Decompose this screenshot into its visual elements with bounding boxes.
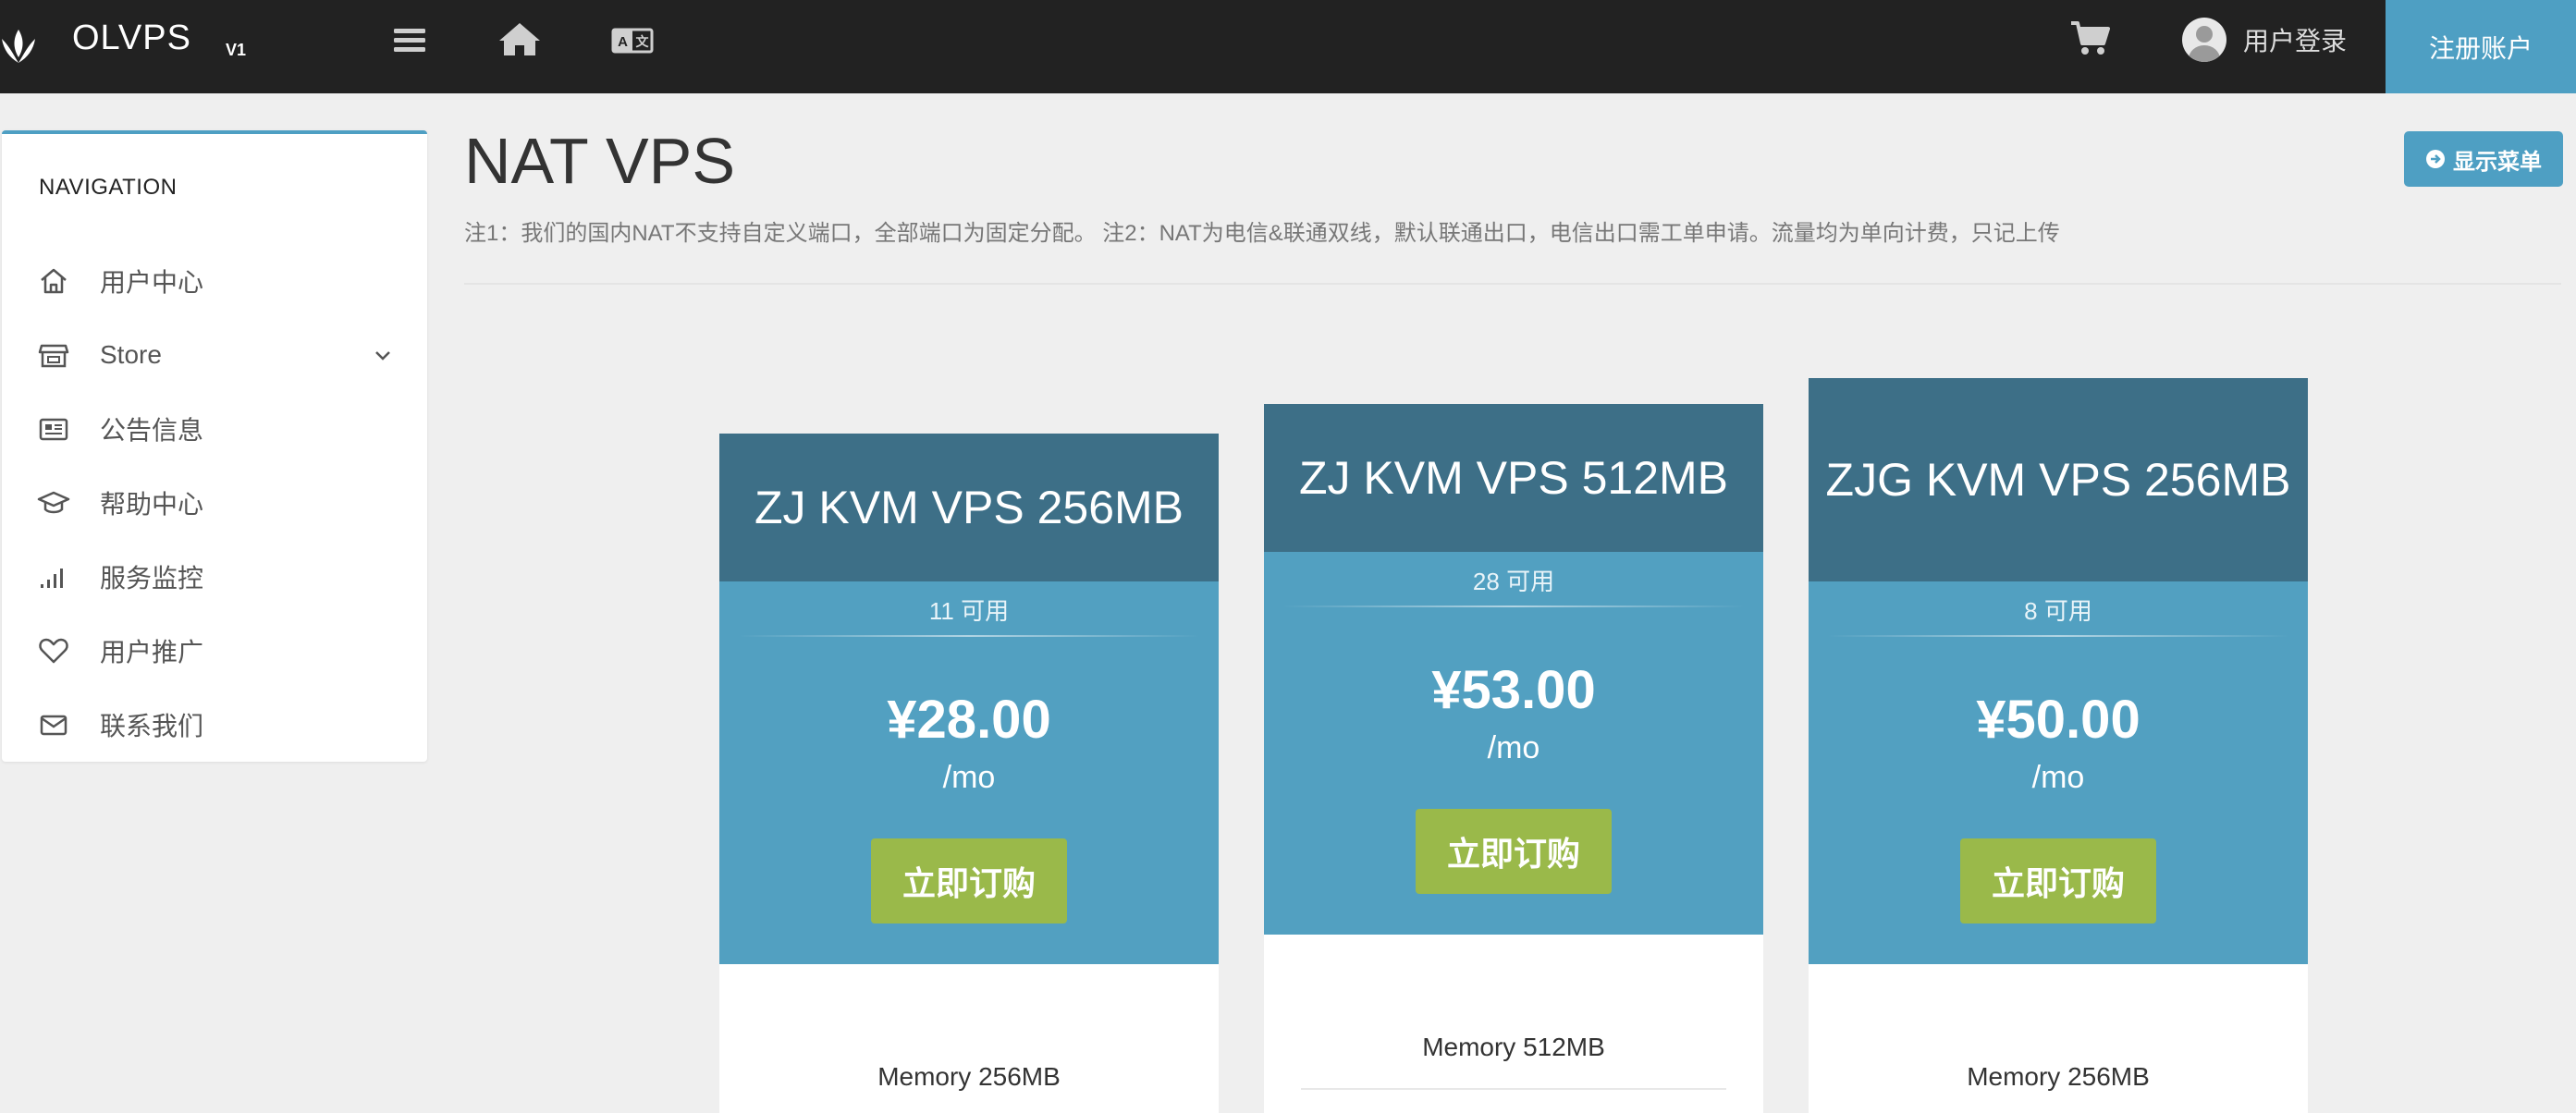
language-icon[interactable]: A 文 — [610, 20, 655, 61]
register-button[interactable]: 注册账户 — [2386, 0, 2576, 93]
divider — [738, 635, 1200, 637]
sidebar-item-affiliates[interactable]: 用户推广 — [2, 614, 427, 688]
sidebar-title: NAVIGATION — [39, 175, 178, 200]
sidebar-item-label: 帮助中心 — [100, 490, 204, 519]
logo-icon[interactable] — [0, 22, 37, 72]
order-now-button[interactable]: 立即订购 — [1416, 809, 1612, 894]
product-card: ZJ KVM VPS 256MB 11 可用 ¥28.00 /mo 立即订购 M… — [719, 434, 1219, 1113]
feature-memory: Memory 256MB — [1967, 1062, 2150, 1091]
svg-text:文: 文 — [636, 34, 650, 50]
billing-period: /mo — [2031, 760, 2085, 795]
product-price: ¥50.00 — [1976, 690, 2141, 750]
sidebar-item-user-center[interactable]: 用户中心 — [2, 244, 427, 318]
sidebar-item-label: 公告信息 — [100, 416, 204, 445]
sidebar-item-help-center[interactable]: 帮助中心 — [2, 466, 427, 540]
sidebar-item-store[interactable]: Store — [2, 318, 427, 392]
product-pricing: 11 可用 ¥28.00 /mo 立即订购 — [719, 581, 1219, 964]
signal-bars-icon — [41, 569, 63, 588]
availability-count: 11 可用 — [928, 597, 1010, 625]
avatar — [2182, 18, 2226, 62]
product-title: ZJ KVM VPS 512MB — [1264, 404, 1763, 552]
feature-memory: Memory 512MB — [1422, 1033, 1605, 1061]
order-now-button[interactable]: 立即订购 — [1960, 838, 2156, 923]
billing-period: /mo — [1487, 730, 1540, 765]
sidebar: NAVIGATION 用户中心 Store 公告信息 帮助中心 服务监控 用户推… — [2, 130, 427, 762]
product-price: ¥53.00 — [1431, 660, 1596, 720]
product-pricing: 28 可用 ¥53.00 /mo 立即订购 — [1264, 552, 1763, 935]
page-title: NAT VPS — [464, 125, 736, 197]
newspaper-icon — [39, 418, 68, 441]
shopping-cart-icon[interactable] — [2069, 18, 2112, 57]
menu-hamburger-icon[interactable] — [388, 20, 433, 61]
product-card: ZJ KVM VPS 512MB 28 可用 ¥53.00 /mo 立即订购 M… — [1264, 404, 1763, 1113]
graduation-cap-icon — [37, 491, 70, 514]
home-icon — [41, 268, 67, 294]
brand-version: V1 — [226, 41, 247, 59]
chevron-down-icon[interactable] — [372, 344, 394, 366]
product-pricing: 8 可用 ¥50.00 /mo 立即订购 — [1809, 581, 2308, 964]
arrow-circle-right-icon — [2426, 150, 2445, 168]
sidebar-item-label: Store — [100, 340, 162, 369]
product-price: ¥28.00 — [887, 690, 1051, 750]
top-navbar: OLVPS V1 A 文 用户登录 注册账户 — [0, 0, 2576, 93]
login-link[interactable]: 用户登录 — [2182, 17, 2347, 63]
availability-count: 8 可用 — [2024, 597, 2092, 625]
product-title: ZJ KVM VPS 256MB — [719, 434, 1219, 581]
divider — [1301, 1088, 1726, 1090]
product-title: ZJG KVM VPS 256MB — [1809, 378, 2308, 581]
sidebar-item-service-monitor[interactable]: 服务监控 — [2, 540, 427, 614]
sidebar-item-label: 服务监控 — [100, 564, 204, 593]
divider — [464, 283, 2561, 285]
heart-icon — [39, 638, 68, 664]
show-menu-label: 显示菜单 — [2453, 149, 2542, 175]
home-icon[interactable] — [497, 20, 542, 61]
login-label: 用户登录 — [2243, 27, 2348, 55]
sidebar-item-label: 联系我们 — [100, 712, 204, 740]
svg-text:A: A — [618, 34, 628, 50]
sidebar-item-label: 用户推广 — [100, 638, 204, 667]
sidebar-item-announcements[interactable]: 公告信息 — [2, 392, 427, 466]
billing-period: /mo — [942, 760, 996, 795]
divider — [1282, 605, 1745, 607]
sidebar-item-contact-us[interactable]: 联系我们 — [2, 688, 427, 762]
feature-memory: Memory 256MB — [877, 1062, 1061, 1091]
show-menu-button[interactable]: 显示菜单 — [2404, 131, 2563, 187]
product-card: ZJG KVM VPS 256MB 8 可用 ¥50.00 /mo 立即订购 M… — [1809, 378, 2308, 1113]
page-note: 注1：我们的国内NAT不支持自定义端口，全部端口为固定分配。 注2：NAT为电信… — [464, 221, 2060, 246]
divider — [1827, 635, 2289, 637]
sidebar-item-label: 用户中心 — [100, 268, 204, 297]
store-icon — [38, 344, 69, 368]
envelope-icon — [40, 715, 67, 736]
order-now-button[interactable]: 立即订购 — [871, 838, 1067, 923]
brand-name[interactable]: OLVPS — [72, 18, 191, 58]
availability-count: 28 可用 — [1472, 568, 1555, 595]
